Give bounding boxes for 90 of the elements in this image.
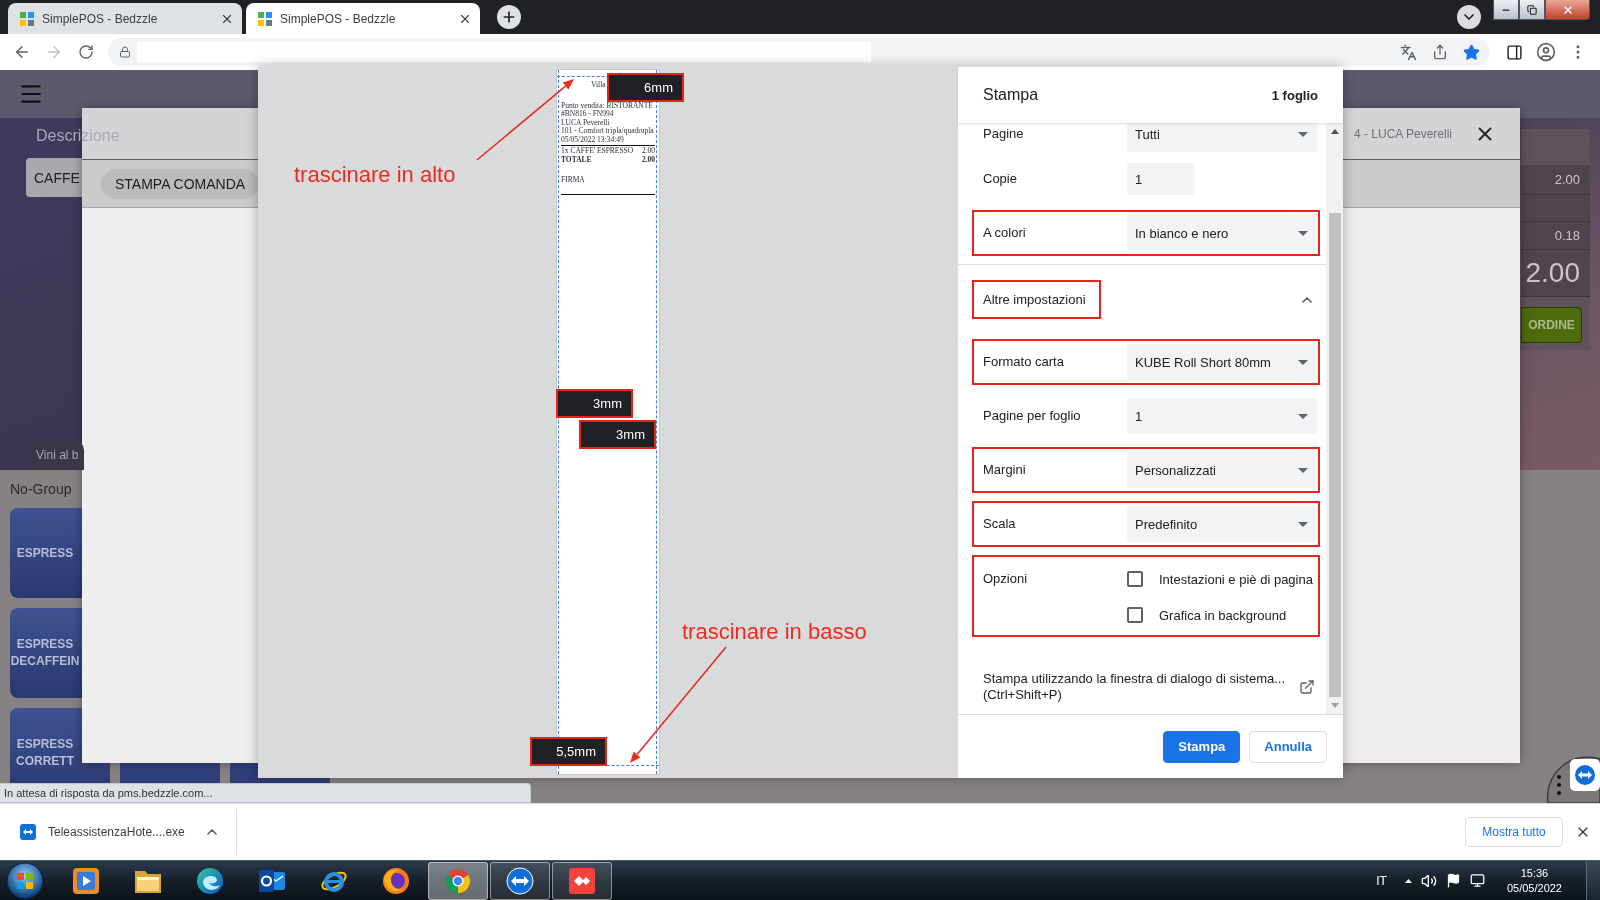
scrollbar[interactable] <box>1326 123 1343 714</box>
browser-tab[interactable]: SimplePOS - Bedzzle <box>246 3 480 34</box>
dropdown[interactable]: In bianco e nero <box>1127 215 1317 251</box>
setting-label: Scala <box>983 516 1017 532</box>
setting-label: A colori <box>983 225 1027 241</box>
flame-globe-icon <box>382 866 410 895</box>
scrollbar-thumb[interactable] <box>1328 213 1341 697</box>
minimize-button[interactable] <box>1493 0 1519 20</box>
play-tile-icon <box>72 866 100 895</box>
setting-label: Pagine <box>983 126 1025 142</box>
share-icon[interactable] <box>1432 44 1448 60</box>
annotation-text: trascinare in alto <box>294 162 456 188</box>
copies-field[interactable]: 1 <box>1127 163 1195 195</box>
tab-search-button[interactable] <box>1457 5 1481 29</box>
setting-label: Formato carta <box>983 354 1065 370</box>
restore-button[interactable] <box>1519 0 1545 20</box>
status-text: In attesa di risposta da pms.bedzzle.com... <box>0 783 531 803</box>
setting-label: Margini <box>983 462 1027 478</box>
setting-label: Copie <box>983 171 1018 187</box>
dropdown[interactable]: KUBE Roll Short 80mm <box>1127 344 1317 380</box>
address-field[interactable] <box>137 42 871 62</box>
setting-label: Pagine per foglio <box>983 408 1082 424</box>
print-button[interactable]: Stampa <box>1163 730 1241 763</box>
restore-icon <box>1527 4 1537 15</box>
category-tab[interactable]: Vini al b <box>30 440 85 470</box>
system-dialog-link[interactable]: Stampa utilizzando la finestra di dialogo di sistema... (Ctrl+Shift+P) <box>983 671 1286 703</box>
caret-down-icon <box>1298 521 1308 527</box>
sheet-count: 1 foglio <box>1271 87 1318 103</box>
margin-input[interactable]: 3mm <box>579 420 656 449</box>
monitor-icon[interactable] <box>1469 873 1485 888</box>
checkbox-label: Grafica in background <box>1159 607 1287 623</box>
bookmark-star-icon[interactable] <box>1463 43 1480 61</box>
caret-down-icon <box>1298 413 1308 419</box>
caret-up-icon[interactable] <box>1404 878 1412 883</box>
lock-icon[interactable] <box>119 46 131 58</box>
summary-value: 0.18 <box>1521 222 1590 250</box>
tiles-icon <box>20 11 34 26</box>
margin-input[interactable]: 6mm <box>607 73 684 102</box>
margin-input[interactable]: 3mm <box>556 389 633 418</box>
start-orb-icon[interactable] <box>6 861 44 900</box>
scroll-up-arrow-icon[interactable] <box>1330 129 1339 134</box>
taskbar-button[interactable] <box>552 861 612 900</box>
segmented-circle-icon <box>444 866 472 895</box>
checkbox-label: Intestazioni e piè di pagina <box>1159 571 1313 587</box>
cancel-button[interactable]: Annulla <box>1249 730 1327 763</box>
dropdown[interactable]: Personalizzati <box>1127 452 1317 488</box>
dropdown[interactable]: 1 <box>1127 398 1317 434</box>
reload-icon[interactable] <box>78 44 94 60</box>
sidebar-icon[interactable] <box>1505 43 1523 61</box>
back-icon[interactable] <box>13 43 31 61</box>
total-amount: 2.00 <box>1521 250 1590 297</box>
close-icon <box>1561 3 1574 16</box>
plus-icon <box>501 9 517 25</box>
clock-time[interactable]: 15:36 <box>1520 865 1549 881</box>
show-all-button[interactable]: Mostra tutto <box>1465 817 1563 847</box>
margin-input[interactable]: 5,5mm <box>530 737 607 766</box>
setting-label: Opzioni <box>983 570 1029 588</box>
caret-down-icon <box>1298 467 1308 473</box>
print-order-button[interactable]: STAMPA COMANDA <box>101 168 260 199</box>
checkbox[interactable] <box>1127 607 1143 623</box>
caret-down-icon <box>1298 359 1308 365</box>
close-window-button[interactable] <box>1545 0 1590 20</box>
taskbar-button[interactable] <box>490 861 550 900</box>
panel-title: Stampa <box>983 86 1039 104</box>
translate-icon[interactable] <box>1400 43 1417 61</box>
clock-date[interactable]: 05/05/2022 <box>1506 880 1562 896</box>
group-label: No-Group <box>10 481 72 497</box>
dropdown[interactable]: Tutti <box>1127 123 1317 152</box>
summary-row <box>1521 195 1590 222</box>
dialog-title: 4 - LUCA Peverelli <box>1353 126 1452 141</box>
show-desktop-button[interactable] <box>1586 861 1600 900</box>
caret-down-icon <box>1298 131 1308 137</box>
new-tab-button[interactable] <box>497 5 521 29</box>
remote-support-widget-icon[interactable] <box>1546 755 1600 803</box>
summary-value: 2.00 <box>1521 165 1590 195</box>
browser-tab[interactable]: SimplePOS - Bedzzle <box>8 3 242 34</box>
flag-icon[interactable] <box>1445 873 1461 888</box>
external-link-icon[interactable] <box>1299 679 1315 695</box>
download-filename[interactable]: TeleassistenzaHote....exe <box>48 825 185 839</box>
tiles-icon <box>258 11 272 26</box>
checkbox[interactable] <box>1127 571 1143 587</box>
swirl-icon <box>196 866 224 895</box>
language-indicator[interactable]: IT <box>1376 873 1387 888</box>
dropdown[interactable]: Predefinito <box>1127 506 1317 542</box>
taskbar-button[interactable] <box>428 861 488 900</box>
speaker-icon[interactable] <box>1420 872 1437 889</box>
section-toggle[interactable]: Altre impostazioni <box>983 291 1086 308</box>
annotation-text: trascinare in basso <box>682 619 867 645</box>
profile-icon[interactable] <box>1536 42 1556 62</box>
caret-down-icon <box>1298 230 1308 236</box>
